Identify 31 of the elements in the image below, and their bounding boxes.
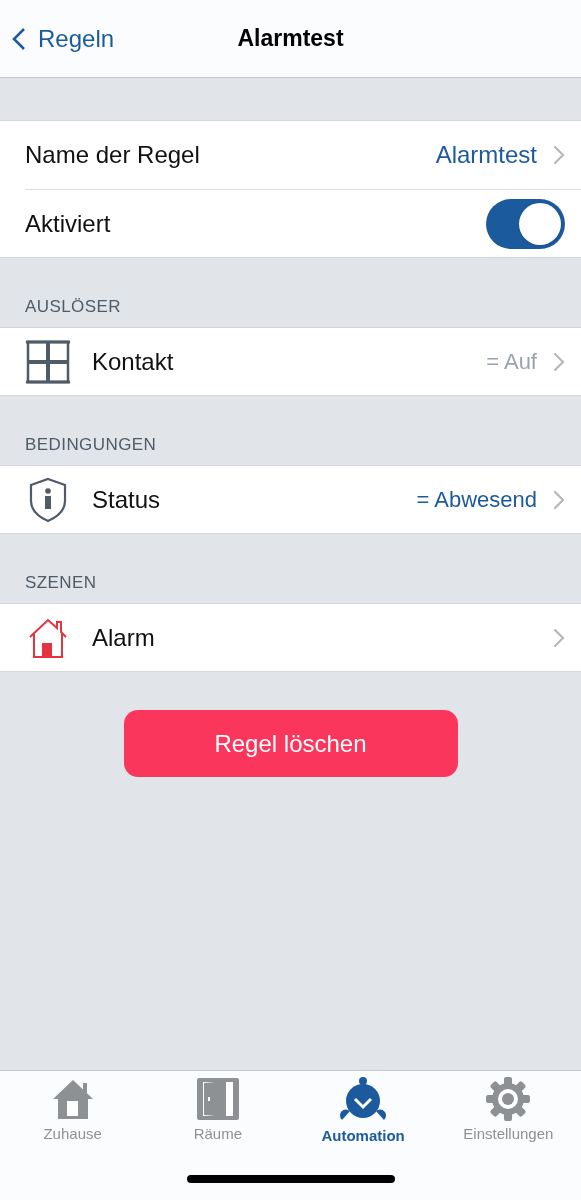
row-label: Kontakt xyxy=(92,346,175,377)
chevron-right-icon xyxy=(553,351,565,372)
chevron-right-icon xyxy=(553,489,565,510)
shield-info-icon xyxy=(28,476,68,523)
row-value: Alarmtest xyxy=(435,140,537,170)
section-header: AUSLÖSER xyxy=(25,295,121,318)
screen-title: Alarmtest xyxy=(237,24,344,54)
row-value: = Abwesend xyxy=(416,486,537,514)
chevron-right-icon xyxy=(553,145,565,165)
list-row[interactable]: Kontakt = Auf xyxy=(0,328,581,395)
house-icon xyxy=(27,616,69,659)
row-label: Name der Regel xyxy=(25,140,201,170)
door-icon xyxy=(195,1077,240,1121)
window-icon xyxy=(25,338,71,385)
section-header: SZENEN xyxy=(25,571,97,594)
back-button[interactable]: Regeln xyxy=(0,20,115,57)
list-row[interactable]: Status = Abwesend xyxy=(0,466,581,533)
row-value: = Auf xyxy=(486,348,537,376)
list-row[interactable]: Alarm xyxy=(0,604,581,671)
settings-icon xyxy=(486,1077,531,1121)
chevron-left-icon xyxy=(12,26,26,51)
chevron-right-icon xyxy=(553,627,565,648)
row-label: Status xyxy=(92,484,162,515)
settings-row[interactable]: Name der Regel Alarmtest xyxy=(0,121,581,189)
row-label: Aktiviert xyxy=(25,208,112,239)
settings-row[interactable]: Aktiviert xyxy=(25,189,581,257)
section-header: BEDINGUNGEN xyxy=(25,433,157,456)
row-label: Alarm xyxy=(92,622,156,653)
tab[interactable]: Automation xyxy=(290,1077,436,1148)
toggle-switch[interactable] xyxy=(486,198,565,249)
delete-rule-button[interactable]: Regel löschen xyxy=(123,710,458,777)
